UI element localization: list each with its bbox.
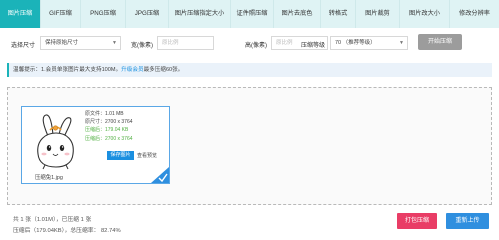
level-label: 压缩等级 bbox=[301, 43, 326, 49]
start-compress-button[interactable]: 开始压缩 bbox=[418, 34, 462, 50]
width-label: 宽(像素) bbox=[131, 43, 153, 49]
tab-image-crop[interactable]: 图片裁剪 bbox=[356, 0, 400, 28]
tab-image-compress[interactable]: 图片压缩 bbox=[0, 0, 41, 28]
summary-count: 共 1 张（1.01M），已压缩 1 张 bbox=[13, 217, 92, 223]
size-label: 选择尺寸 bbox=[11, 43, 36, 49]
pack-compress-button[interactable]: 打包压缩 bbox=[397, 213, 437, 229]
selected-check-icon bbox=[151, 167, 169, 183]
tab-gif-compress[interactable]: GIF压缩 bbox=[41, 0, 81, 28]
tip-suffix: 最多压缩60张。 bbox=[143, 67, 184, 73]
tab-change-resolution[interactable]: 修改分辨率 bbox=[450, 0, 499, 28]
tab-id-photo-compress[interactable]: 证件照压缩 bbox=[231, 0, 274, 28]
level-select-value: 70 （推荐等级） bbox=[335, 40, 376, 46]
tab-convert-format[interactable]: 转格式 bbox=[321, 0, 356, 28]
upgrade-vip-link[interactable]: 升级会员 bbox=[121, 67, 143, 73]
save-image-button[interactable]: 保存图片 bbox=[107, 151, 134, 160]
summary-ratio: 压缩后（179.04KB），总压缩率： 82.74% bbox=[13, 228, 121, 234]
tab-resize-image[interactable]: 图片改大小 bbox=[400, 0, 450, 28]
tab-jpg-compress[interactable]: JPG压缩 bbox=[126, 0, 169, 28]
tip-bar: 温馨提示：1.会员单张图片最大支持100M。升级会员最多压缩60张。 bbox=[7, 63, 492, 77]
tool-tabs: 图片压缩 GIF压缩 PNG压缩 JPG压缩 图片压缩指定大小 证件照压缩 图片… bbox=[0, 0, 499, 28]
tip-text: 温馨提示：1.会员单张图片最大支持100M。 bbox=[13, 67, 122, 73]
reupload-button[interactable]: 重新上传 bbox=[446, 213, 489, 229]
width-input[interactable]: 原比例 bbox=[157, 36, 214, 50]
file-name: 压缩兔1.jpg bbox=[35, 175, 63, 181]
chevron-down-icon: ▼ bbox=[112, 40, 117, 46]
tab-remove-background[interactable]: 图片去底色 bbox=[274, 0, 321, 28]
original-size: 原文件：1.01 MB bbox=[85, 111, 124, 117]
file-meta: 原文件：1.01 MB 原尺寸：2700 x 3764 压缩后：179.04 K… bbox=[85, 110, 133, 143]
rabbit-thumbnail bbox=[28, 112, 84, 170]
size-select[interactable]: 保持原始尺寸 ▼ bbox=[40, 36, 121, 50]
file-card[interactable]: 原文件：1.01 MB 原尺寸：2700 x 3764 压缩后：179.04 K… bbox=[21, 106, 170, 184]
height-label: 高(像素) bbox=[245, 43, 267, 49]
compressed-size: 压缩后：179.04 KB bbox=[85, 127, 129, 134]
options-toolbar: 选择尺寸 保持原始尺寸 ▼ 宽(像素) 原比例 高(像素) 原比例 压缩等级 7… bbox=[0, 28, 499, 58]
compressed-dimensions: 压缩后：2700 x 3764 bbox=[85, 135, 133, 142]
chevron-down-icon: ▼ bbox=[399, 40, 404, 46]
tab-png-compress[interactable]: PNG压缩 bbox=[81, 0, 126, 28]
view-preview-link[interactable]: 查看预览 bbox=[137, 152, 157, 159]
size-select-value: 保持原始尺寸 bbox=[45, 40, 79, 46]
tab-compress-to-size[interactable]: 图片压缩指定大小 bbox=[169, 0, 231, 28]
original-dimensions: 原尺寸：2700 x 3764 bbox=[85, 119, 133, 126]
level-select[interactable]: 70 （推荐等级） ▼ bbox=[330, 36, 408, 50]
